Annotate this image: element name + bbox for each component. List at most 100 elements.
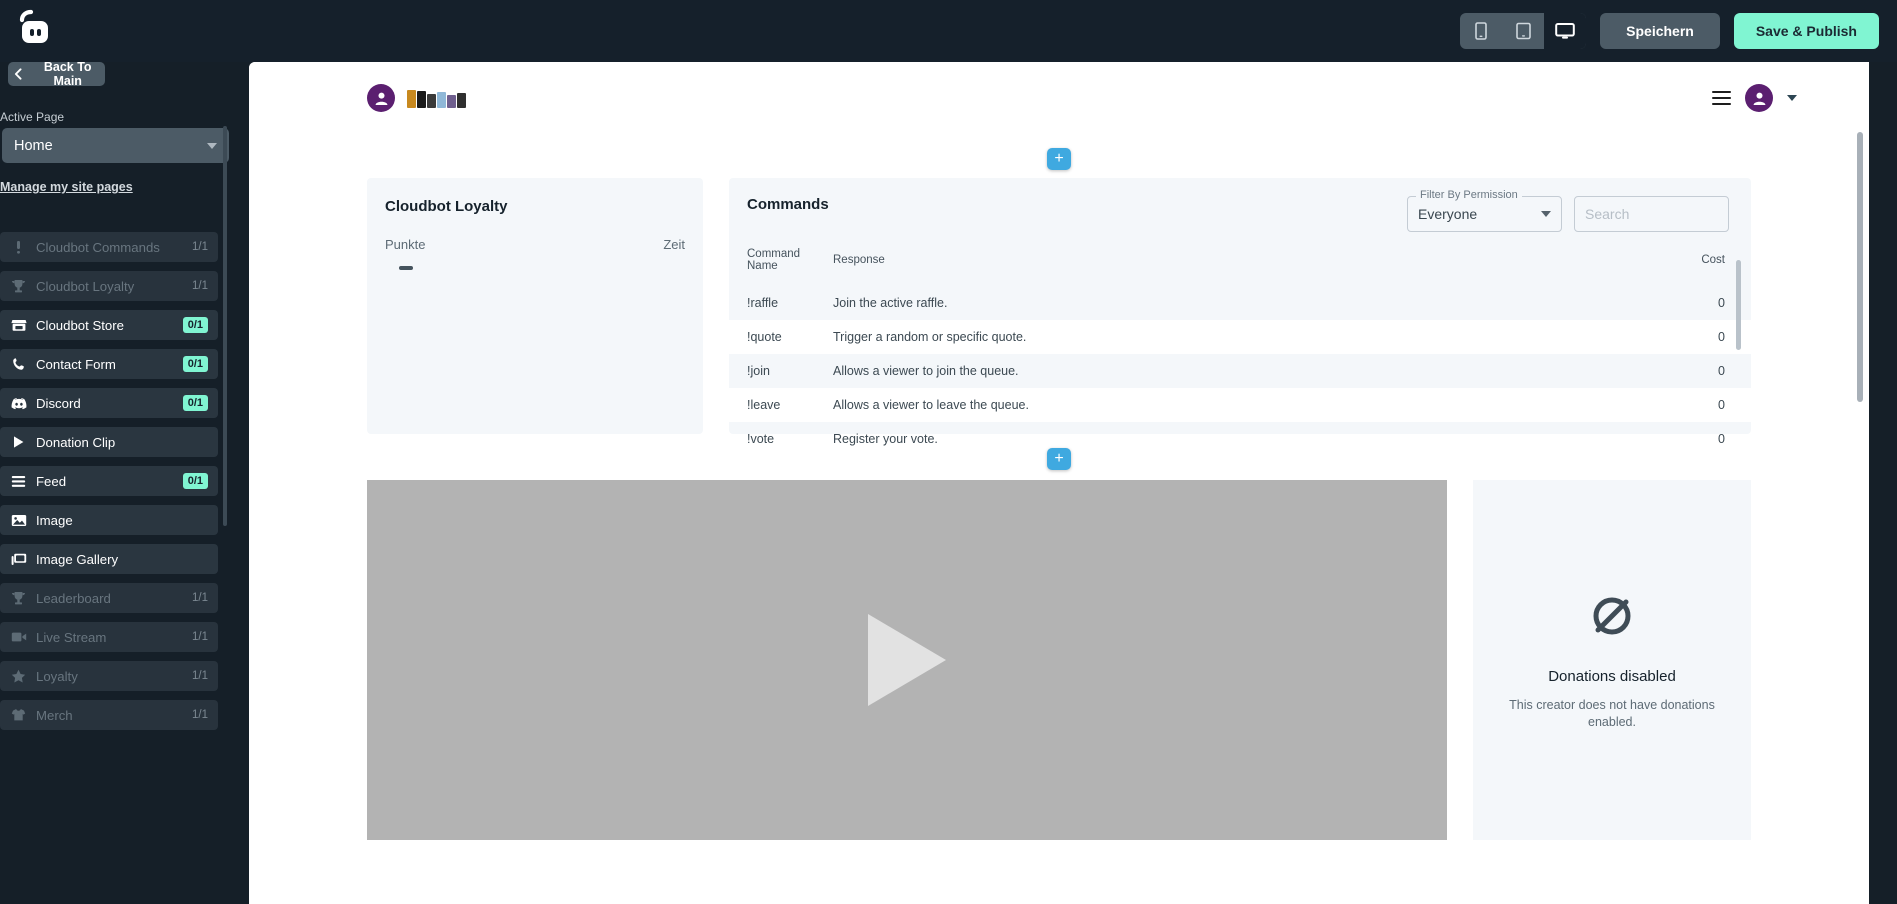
discord-icon [10, 397, 27, 410]
sidebar-item-merch: Merch 1/1 [0, 700, 218, 730]
hamburger-icon[interactable] [1712, 90, 1731, 106]
cell-cost: 0 [1718, 364, 1725, 378]
sidebar-item-label: Cloudbot Loyalty [36, 278, 135, 294]
sidebar-item-loyalty: Loyalty 1/1 [0, 661, 218, 691]
sidebar-item-badge: 1/1 [192, 670, 208, 682]
donations-subtitle: This creator does not have donations ena… [1509, 697, 1715, 729]
trophy-icon [10, 591, 27, 605]
panels-row: Cloudbot Loyalty Punkte Zeit Commands Fi… [249, 178, 1869, 446]
active-page-value: Home [14, 137, 53, 154]
table-row[interactable]: !raffle Join the active raffle. 0 [729, 286, 1751, 320]
cloudbot-loyalty-panel: Cloudbot Loyalty Punkte Zeit [367, 178, 703, 434]
commands-search-input[interactable] [1574, 196, 1729, 232]
sidebar-item-discord[interactable]: Discord 0/1 [0, 388, 218, 418]
column-header: Response [833, 254, 885, 266]
canvas-scrollbar[interactable] [1857, 132, 1863, 402]
mobile-icon [1475, 22, 1487, 40]
add-section-button[interactable]: + [1047, 148, 1071, 170]
table-row[interactable]: !leave Allows a viewer to leave the queue… [729, 388, 1751, 422]
manage-site-pages-link[interactable]: Manage my site pages [0, 180, 133, 194]
video-player[interactable] [367, 480, 1447, 840]
sidebar-item-cloudbot-loyalty: Cloudbot Loyalty 1/1 [0, 271, 218, 301]
sidebar-scrollbar[interactable] [223, 126, 227, 526]
user-avatar-icon [367, 84, 395, 112]
cell-response: Allows a viewer to leave the queue. [833, 398, 1029, 412]
back-to-main-label: Back To Main [43, 62, 92, 88]
permission-filter-label: Filter By Permission [1416, 189, 1522, 201]
sidebar-item-badge: 1/1 [192, 592, 208, 604]
cell-command: !leave [747, 398, 781, 412]
sidebar-item-label: Donation Clip [36, 434, 116, 450]
tablet-icon [1515, 22, 1531, 40]
sidebar-item-badge: 0/1 [182, 395, 208, 411]
device-preview-toggle[interactable] [1460, 13, 1587, 49]
device-tablet-button[interactable] [1502, 13, 1544, 49]
lower-row: Donations disabled This creator does not… [249, 480, 1869, 840]
play-icon [10, 435, 27, 449]
sidebar-item-badge: 0/1 [182, 356, 208, 372]
sidebar-item-cloudbot-store[interactable]: Cloudbot Store 0/1 [0, 310, 218, 340]
table-row[interactable]: !quote Trigger a random or specific quote… [729, 320, 1751, 354]
sidebar-item-badge: 1/1 [192, 280, 208, 292]
site-header-actions [1712, 84, 1797, 112]
streamlabs-site-editor: Speichern Save & Publish Back To Main Ac… [0, 0, 1897, 904]
sidebar-item-label: Discord [36, 395, 81, 411]
sidebar-item-label: Loyalty [36, 668, 78, 684]
chevron-down-icon [1541, 211, 1551, 217]
permission-filter-select[interactable]: Filter By Permission Everyone [1407, 189, 1562, 232]
column-header: Command Name [747, 248, 801, 272]
phone-icon [10, 357, 27, 371]
chevron-down-icon [207, 142, 217, 149]
sidebar-item-label: Live Stream [36, 629, 107, 645]
top-toolbar: Speichern Save & Publish [0, 0, 1897, 62]
exclamation-icon [10, 240, 27, 254]
sidebar-item-label: Leaderboard [36, 590, 111, 606]
cell-cost: 0 [1718, 432, 1725, 446]
star-icon [10, 669, 27, 683]
header-avatar[interactable] [1745, 84, 1773, 112]
loyalty-panel-title: Cloudbot Loyalty [385, 198, 508, 215]
loyalty-points-label: Punkte [385, 237, 426, 252]
cell-command: !vote [747, 432, 775, 446]
donations-disabled-icon [1593, 597, 1631, 634]
streamlabs-logo-icon [12, 8, 58, 54]
active-page-select[interactable]: Home [2, 128, 229, 163]
feed-icon [10, 475, 27, 488]
sidebar-item-image-gallery[interactable]: Image Gallery [0, 544, 218, 574]
table-row[interactable]: !join Allows a viewer to join the queue. 0 [729, 354, 1751, 388]
play-button-icon [868, 614, 946, 706]
cell-cost: 0 [1718, 398, 1725, 412]
loyalty-columns: Punkte Zeit [385, 237, 685, 252]
image-icon [10, 514, 27, 527]
device-desktop-button[interactable] [1544, 13, 1587, 49]
sidebar-item-label: Merch [36, 707, 73, 723]
commands-table-scrollbar[interactable] [1736, 260, 1741, 350]
chevron-down-icon[interactable] [1787, 95, 1797, 101]
sidebar-item-donation-clip[interactable]: Donation Clip [0, 427, 218, 457]
cell-response: Join the active raffle. [833, 296, 948, 310]
sidebar-item-contact-form[interactable]: Contact Form 0/1 [0, 349, 218, 379]
shirt-icon [10, 708, 27, 722]
save-button[interactable]: Speichern [1600, 13, 1720, 49]
sidebar-item-image[interactable]: Image [0, 505, 218, 535]
commands-filters: Filter By Permission Everyone [1407, 189, 1729, 232]
active-page-label: Active Page [0, 110, 65, 124]
donations-title: Donations disabled [1548, 667, 1676, 685]
table-row[interactable]: !vote Register your vote. 0 [729, 422, 1751, 456]
site-logo[interactable] [367, 84, 466, 112]
sidebar-item-feed[interactable]: Feed 0/1 [0, 466, 218, 496]
toolbar-actions: Speichern Save & Publish [1460, 0, 1879, 62]
save-and-publish-button[interactable]: Save & Publish [1733, 13, 1879, 49]
add-section-row-top: + [249, 148, 1869, 170]
permission-filter-value: Everyone [1418, 206, 1478, 222]
device-mobile-button[interactable] [1460, 13, 1502, 49]
desktop-icon [1555, 23, 1575, 39]
trophy-icon [10, 279, 27, 293]
back-to-main-button[interactable]: Back To Main [8, 62, 105, 88]
sidebar-item-label: Feed [36, 473, 67, 489]
sidebar-item-cloudbot-commands: Cloudbot Commands 1/1 [0, 232, 218, 262]
donations-panel: Donations disabled This creator does not… [1473, 480, 1751, 840]
gallery-icon [10, 553, 27, 566]
cell-response: Allows a viewer to join the queue. [833, 364, 1019, 378]
sidebar-item-label: Contact Form [36, 356, 116, 372]
